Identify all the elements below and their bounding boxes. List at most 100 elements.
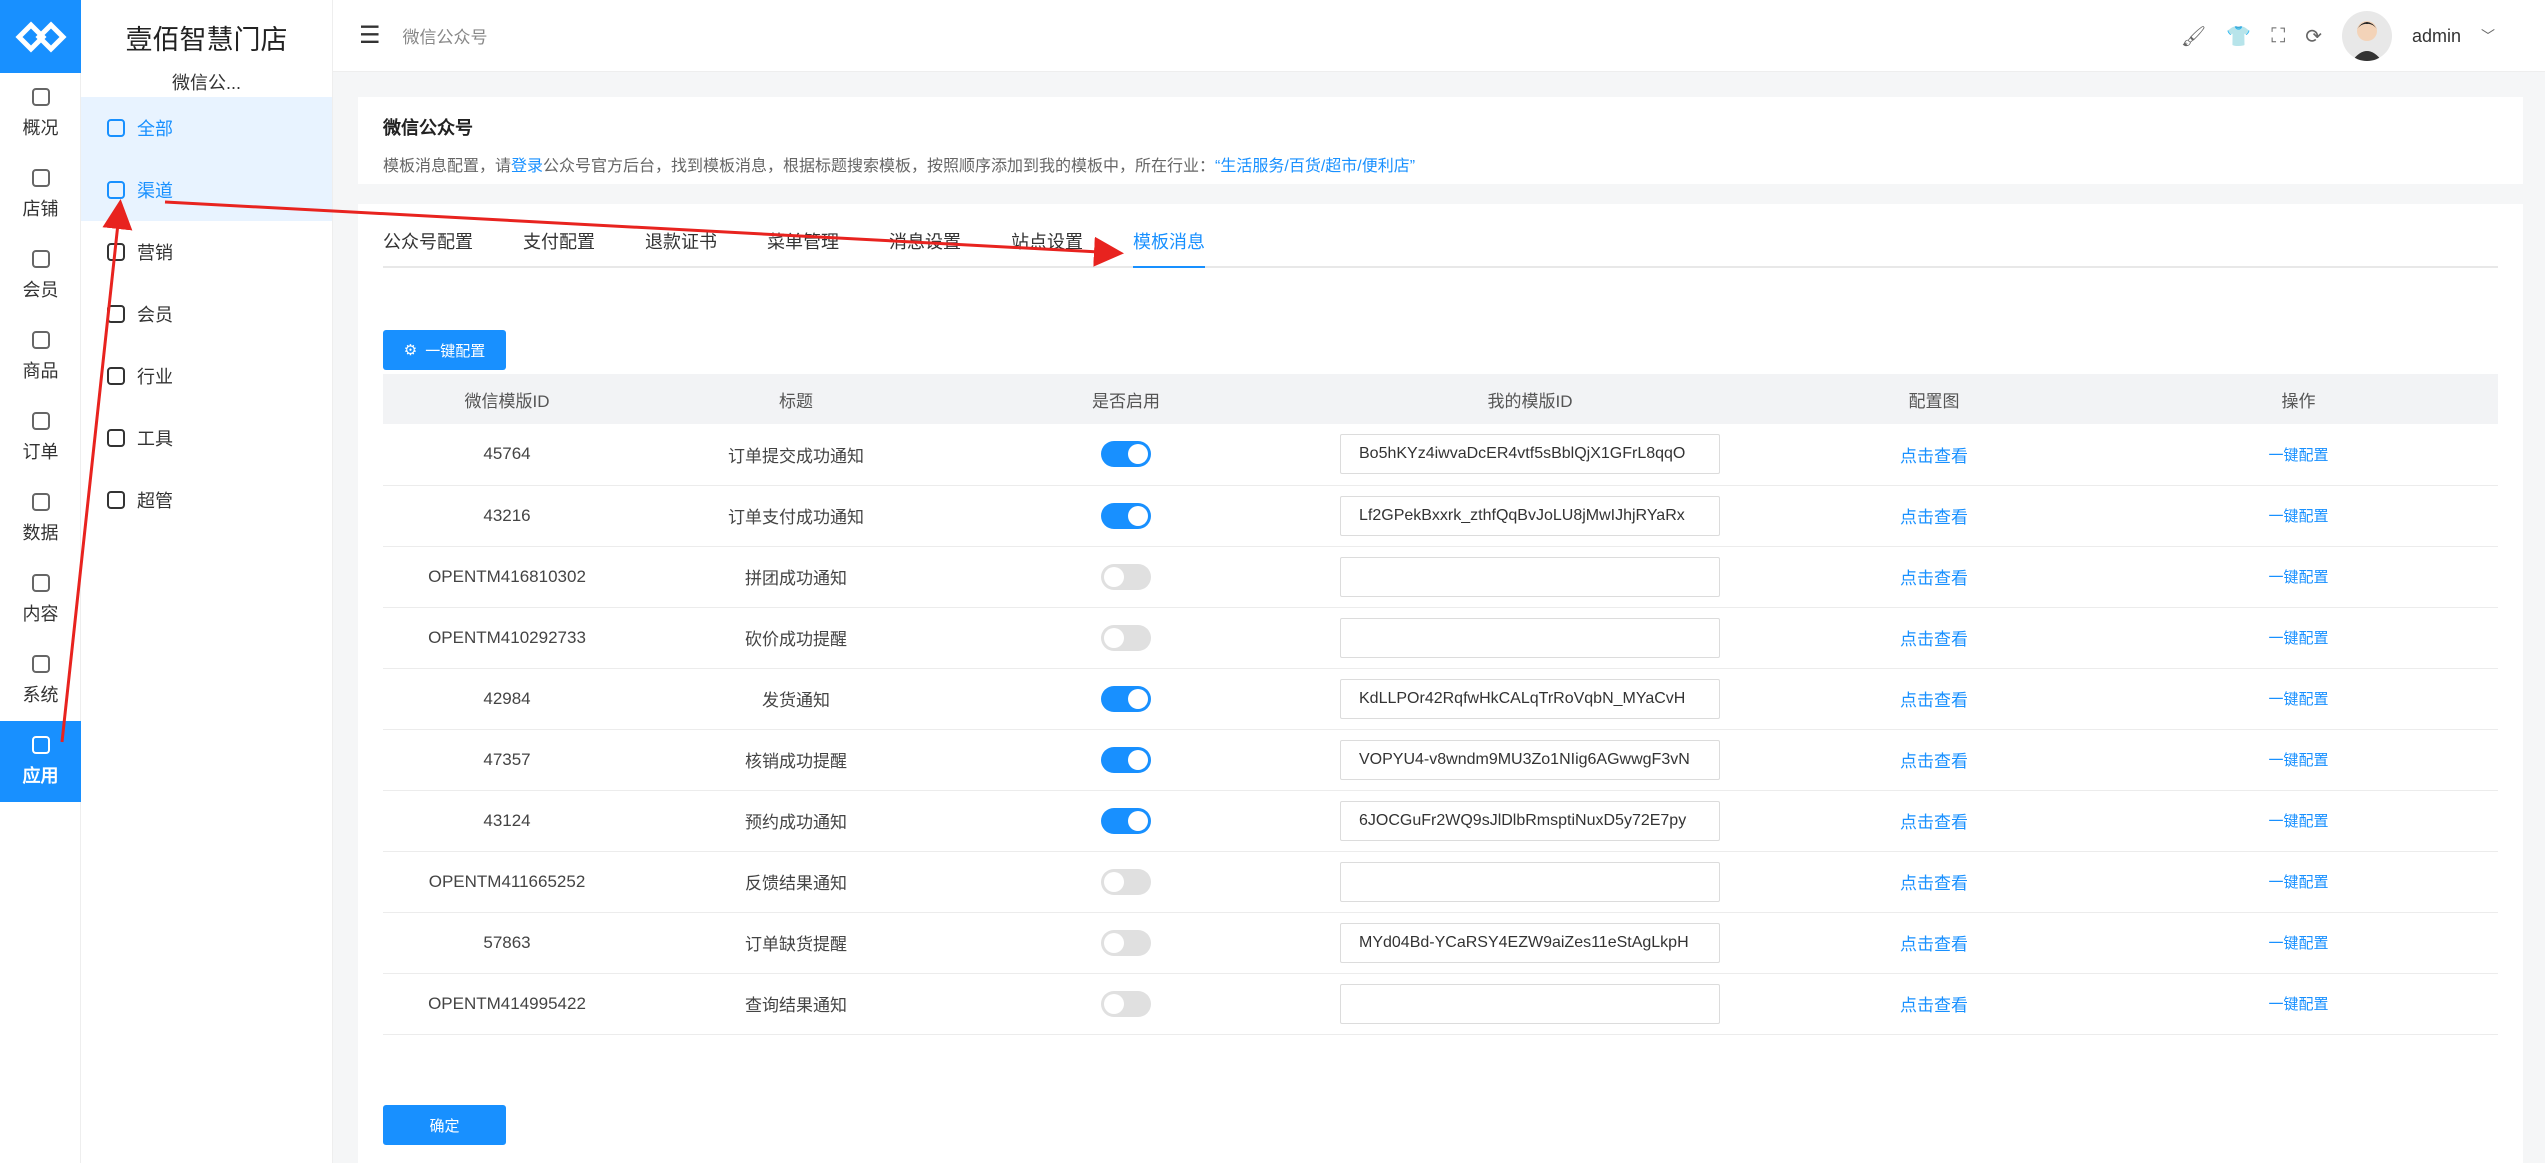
enable-toggle[interactable] xyxy=(1101,746,1151,773)
submenu-item-6[interactable]: 超管 xyxy=(81,469,332,531)
enable-toggle[interactable] xyxy=(1101,441,1151,468)
row-quick-config-link[interactable]: 一键配置 xyxy=(2268,447,2328,464)
fullscreen-icon[interactable]: ⛶ xyxy=(2271,25,2285,48)
my-id-cell xyxy=(1291,912,1769,973)
my-template-id-input[interactable] xyxy=(1340,556,1720,597)
row-quick-config-link[interactable]: 一键配置 xyxy=(2268,508,2328,525)
member-icon xyxy=(107,305,125,323)
app-logo[interactable] xyxy=(0,0,81,73)
row-quick-config-link[interactable]: 一键配置 xyxy=(2268,752,2328,769)
action-cell: 一键配置 xyxy=(2099,851,2498,912)
enable-toggle[interactable] xyxy=(1101,990,1151,1017)
my-template-id-input[interactable] xyxy=(1340,617,1720,658)
my-template-id-input[interactable] xyxy=(1340,861,1720,902)
row-quick-config-link[interactable]: 一键配置 xyxy=(2268,813,2328,830)
submenu-item-2[interactable]: 营销 xyxy=(81,221,332,283)
action-cell: 一键配置 xyxy=(2099,424,2498,485)
my-template-id-input[interactable] xyxy=(1340,495,1720,536)
template-title: 发货通知 xyxy=(762,691,830,710)
rail-item-1[interactable]: 店铺 xyxy=(0,154,81,235)
view-link[interactable]: 点击查看 xyxy=(1900,569,1968,588)
tab-bar: 公众号配置 支付配置 退款证书 菜单管理 消息设置 站点设置 模板消息 xyxy=(383,204,2498,268)
rail-item-5[interactable]: 数据 xyxy=(0,478,81,559)
view-link[interactable]: 点击查看 xyxy=(1900,447,1968,466)
enable-toggle[interactable] xyxy=(1101,868,1151,895)
user-name[interactable]: admin xyxy=(2412,26,2461,47)
submenu-item-5[interactable]: 工具 xyxy=(81,407,332,469)
my-template-id-input[interactable] xyxy=(1340,922,1720,963)
tab-0[interactable]: 公众号配置 xyxy=(383,228,473,266)
tab-4[interactable]: 消息设置 xyxy=(889,228,961,266)
view-link[interactable]: 点击查看 xyxy=(1900,935,1968,954)
view-link[interactable]: 点击查看 xyxy=(1900,508,1968,527)
wrench-icon xyxy=(107,429,125,447)
tab-5[interactable]: 站点设置 xyxy=(1011,228,1083,266)
rail-item-6[interactable]: 内容 xyxy=(0,559,81,640)
row-quick-config-link[interactable]: 一键配置 xyxy=(2268,569,2328,586)
preview-cell: 点击查看 xyxy=(1769,973,2099,1034)
menu-toggle-icon[interactable]: ☰ xyxy=(359,21,381,50)
row-quick-config-link[interactable]: 一键配置 xyxy=(2268,996,2328,1013)
tab-6[interactable]: 模板消息 xyxy=(1133,228,1205,268)
avatar[interactable] xyxy=(2341,11,2392,61)
rail-item-label: 订单 xyxy=(22,441,59,462)
tab-3[interactable]: 菜单管理 xyxy=(767,228,839,266)
quick-config-button[interactable]: ⚙ 一键配置 xyxy=(383,330,506,370)
enable-toggle[interactable] xyxy=(1101,624,1151,651)
my-template-id-input[interactable] xyxy=(1340,434,1720,475)
row-quick-config-link[interactable]: 一键配置 xyxy=(2268,935,2328,952)
rail-item-8[interactable]: 应用 xyxy=(0,721,81,802)
enable-toggle[interactable] xyxy=(1101,502,1151,529)
shirt-icon[interactable]: 👕 xyxy=(2226,24,2251,49)
chevron-down-icon[interactable]: ﹀ xyxy=(2481,26,2495,46)
preview-cell: 点击查看 xyxy=(1769,485,2099,546)
tab-1[interactable]: 支付配置 xyxy=(523,228,595,266)
view-link[interactable]: 点击查看 xyxy=(1900,630,1968,649)
enable-toggle[interactable] xyxy=(1101,807,1151,834)
logo-icon xyxy=(14,20,67,53)
brush-icon[interactable]: 🖌 xyxy=(2181,24,2206,49)
submenu-item-4[interactable]: 行业 xyxy=(81,345,332,407)
my-template-id-input[interactable] xyxy=(1340,739,1720,780)
my-template-id-input[interactable] xyxy=(1340,678,1720,719)
rail-item-4[interactable]: 订单 xyxy=(0,397,81,478)
view-link[interactable]: 点击查看 xyxy=(1900,691,1968,710)
app-title: 壹佰智慧门店 xyxy=(125,25,288,55)
my-template-id-input[interactable] xyxy=(1340,800,1720,841)
enable-toggle[interactable] xyxy=(1101,563,1151,590)
action-cell: 一键配置 xyxy=(2099,912,2498,973)
rail-item-2[interactable]: 会员 xyxy=(0,235,81,316)
submenu-item-3[interactable]: 会员 xyxy=(81,283,332,345)
rail-item-7[interactable]: 系统 xyxy=(0,640,81,721)
enable-toggle[interactable] xyxy=(1101,929,1151,956)
table-row: 43216 订单支付成功通知 点击查看 一键配置 xyxy=(383,485,2498,546)
submenu-item-1[interactable]: 渠道 xyxy=(81,159,332,221)
confirm-button[interactable]: 确定 xyxy=(383,1105,506,1145)
rail-item-0[interactable]: 概况 xyxy=(0,73,81,154)
submenu-item-label: 全部 xyxy=(137,119,173,139)
template-title: 砍价成功提醒 xyxy=(745,630,847,649)
view-link[interactable]: 点击查看 xyxy=(1900,874,1968,893)
view-link[interactable]: 点击查看 xyxy=(1900,996,1968,1015)
view-link[interactable]: 点击查看 xyxy=(1900,752,1968,771)
enable-toggle[interactable] xyxy=(1101,685,1151,712)
my-template-id-input[interactable] xyxy=(1340,983,1720,1024)
submenu-item-label: 超管 xyxy=(137,491,173,511)
template-id: 43216 xyxy=(483,505,531,525)
gear-icon xyxy=(31,654,50,673)
submenu-item-0[interactable]: 全部 xyxy=(81,97,332,159)
intro-text-2: 公众号官方后台，找到模板消息，根据标题搜索模板，按照顺序添加到我的模板中，所在行… xyxy=(543,158,1216,175)
submenu-item-label: 会员 xyxy=(137,305,173,325)
row-quick-config-link[interactable]: 一键配置 xyxy=(2268,630,2328,647)
template-title: 订单缺货提醒 xyxy=(745,935,847,954)
view-link[interactable]: 点击查看 xyxy=(1900,813,1968,832)
row-quick-config-link[interactable]: 一键配置 xyxy=(2268,874,2328,891)
rail-item-3[interactable]: 商品 xyxy=(0,316,81,397)
tab-2[interactable]: 退款证书 xyxy=(645,228,717,266)
login-link[interactable]: 登录 xyxy=(511,158,543,175)
settings-icon: ⚙ xyxy=(403,342,418,359)
industry-link[interactable]: “生活服务/百货/超市/便利店” xyxy=(1215,158,1415,175)
main-content: 微信公众号 模板消息配置，请登录公众号官方后台，找到模板消息，根据标题搜索模板，… xyxy=(358,97,2523,1163)
row-quick-config-link[interactable]: 一键配置 xyxy=(2268,691,2328,708)
refresh-icon[interactable]: ⟳ xyxy=(2305,24,2322,49)
